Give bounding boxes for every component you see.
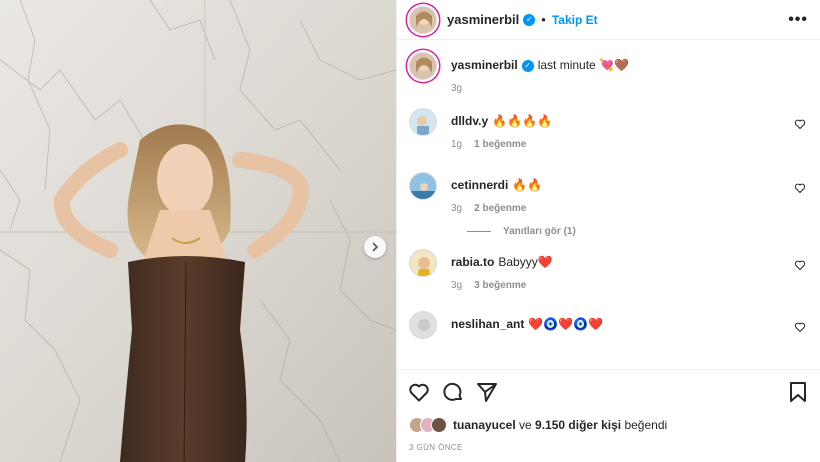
comment-avatar[interactable] bbox=[409, 311, 437, 339]
follow-button[interactable]: Takip Et bbox=[552, 13, 598, 27]
liked-by-user[interactable]: tuanayucel bbox=[453, 418, 516, 432]
liker-avatar bbox=[431, 417, 447, 433]
model-figure bbox=[53, 124, 309, 462]
chevron-right-icon bbox=[372, 242, 379, 252]
caption-username[interactable]: yasminerbil bbox=[451, 58, 518, 72]
comment-row: rabia.to Babyyy❤️ 3g 3 beğenme bbox=[409, 249, 808, 291]
comment-username[interactable]: cetinnerdi bbox=[451, 178, 508, 192]
replies-divider bbox=[467, 231, 491, 232]
comment-row: dlldv.y 🔥🔥🔥🔥 1g 1 beğenme bbox=[409, 108, 808, 150]
comment-username[interactable]: neslihan_ant bbox=[451, 317, 524, 331]
comment-avatar[interactable] bbox=[409, 172, 437, 200]
comment-username[interactable]: rabia.to bbox=[451, 255, 494, 269]
comment-row: cetinnerdi 🔥🔥 3g 2 beğenme bbox=[409, 172, 808, 214]
liked-by-summary[interactable]: tuanayucel ve 9.150 diğer kişi beğendi bbox=[397, 413, 820, 437]
like-comment-icon[interactable] bbox=[794, 321, 806, 333]
author-avatar[interactable] bbox=[409, 5, 437, 34]
liked-by-others[interactable]: 9.150 diğer kişi bbox=[535, 418, 621, 432]
send-icon[interactable] bbox=[475, 380, 499, 404]
liker-avatars bbox=[409, 417, 447, 433]
caption-time: 3g bbox=[451, 83, 463, 94]
view-replies-link[interactable]: Yanıtları gör (1) bbox=[467, 226, 808, 237]
comment-icon[interactable] bbox=[441, 380, 465, 404]
heart-icon[interactable] bbox=[407, 380, 431, 404]
comment-likes[interactable]: 2 beğenme bbox=[474, 203, 526, 214]
comments-list[interactable]: yasminerbil ✓ last minute 💘🤎 3g dlldv.y 🔥🔥🔥… bbox=[397, 40, 820, 369]
comment-time: 1g bbox=[451, 139, 463, 150]
verified-badge-icon: ✓ bbox=[523, 13, 536, 26]
comment-text: ❤️🧿❤️🧿❤️ bbox=[528, 317, 604, 331]
liked-by-connector: ve bbox=[515, 418, 536, 432]
post-side-panel: yasminerbil ✓ • Takip Et ••• yasminerbil… bbox=[396, 0, 820, 462]
caption-avatar[interactable] bbox=[409, 52, 437, 80]
comment-username[interactable]: dlldv.y bbox=[451, 114, 488, 128]
post-actions-bar bbox=[397, 369, 820, 413]
comment-row: neslihan_ant ❤️🧿❤️🧿❤️ bbox=[409, 311, 808, 339]
comment-time: 3g bbox=[451, 280, 463, 291]
like-comment-icon[interactable] bbox=[794, 182, 806, 194]
comment-time: 3g bbox=[451, 203, 463, 214]
bookmark-icon[interactable] bbox=[786, 380, 810, 404]
view-replies-label: Yanıtları gör (1) bbox=[503, 226, 576, 237]
caption-text: last minute 💘🤎 bbox=[537, 58, 629, 72]
liked-by-suffix: beğendi bbox=[621, 418, 668, 432]
post-header: yasminerbil ✓ • Takip Et ••• bbox=[397, 0, 820, 40]
header-separator: • bbox=[541, 12, 546, 27]
instagram-post: yasminerbil ✓ • Takip Et ••• yasminerbil… bbox=[0, 0, 820, 462]
verified-badge-icon: ✓ bbox=[521, 59, 534, 72]
caption-row: yasminerbil ✓ last minute 💘🤎 3g bbox=[409, 52, 808, 94]
author-username[interactable]: yasminerbil bbox=[447, 12, 519, 27]
comment-text: 🔥🔥🔥🔥 bbox=[492, 114, 552, 128]
post-photo[interactable] bbox=[0, 0, 396, 462]
next-photo-button[interactable] bbox=[364, 236, 386, 258]
comment-likes[interactable]: 1 beğenme bbox=[474, 139, 526, 150]
comment-avatar[interactable] bbox=[409, 249, 437, 277]
comment-text: 🔥🔥 bbox=[512, 178, 543, 192]
post-date: 3 GÜN ÖNCE bbox=[409, 443, 463, 452]
comment-likes[interactable]: 3 beğenme bbox=[474, 280, 526, 291]
comment-avatar[interactable] bbox=[409, 108, 437, 136]
comment-text: Babyyy❤️ bbox=[498, 255, 553, 269]
like-comment-icon[interactable] bbox=[794, 118, 806, 130]
more-options-icon[interactable]: ••• bbox=[788, 11, 808, 29]
like-comment-icon[interactable] bbox=[794, 259, 806, 271]
